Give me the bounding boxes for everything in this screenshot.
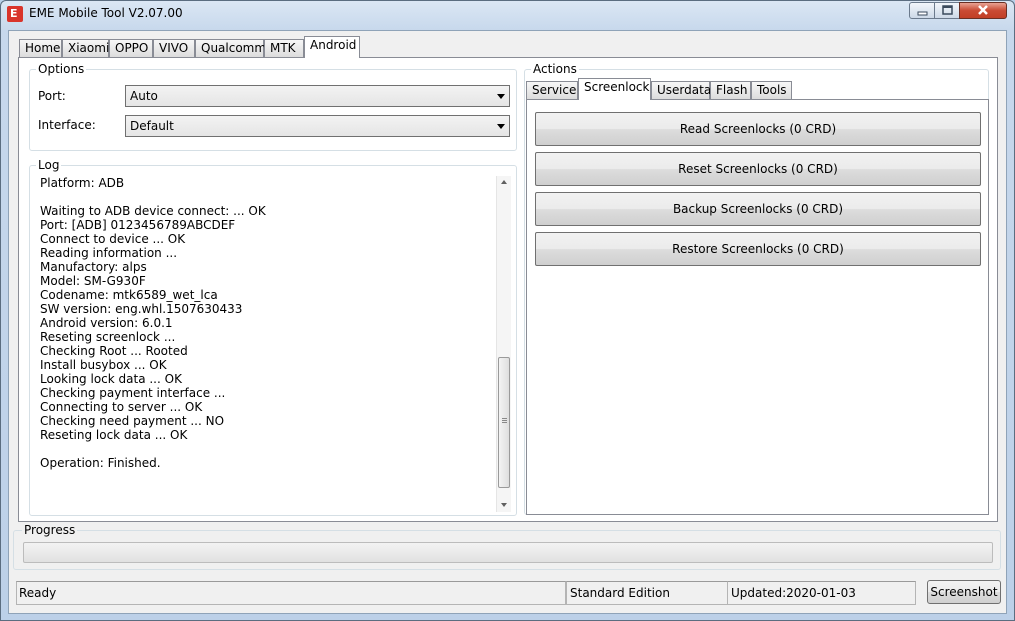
port-label: Port: [38, 89, 66, 103]
scroll-down-icon[interactable] [501, 503, 507, 507]
log-line: Operation: Finished. [40, 456, 161, 470]
tab-tools[interactable]: Tools [751, 81, 792, 100]
main-tab-container: Home Xiaomi OPPO VIVO Qualcomm MTK Andro… [8, 30, 1007, 614]
log-line: Connect to device ... OK [40, 232, 186, 246]
android-tab-panel: Options Port: Auto Interface: Default Lo… [18, 57, 998, 522]
log-line: Manufactory: alps [40, 260, 147, 274]
progress-bar [23, 542, 993, 563]
log-line: Android version: 6.0.1 [40, 316, 173, 330]
maximize-button[interactable] [934, 2, 960, 19]
tab-vivo[interactable]: VIVO [153, 39, 195, 58]
scroll-up-icon[interactable] [501, 180, 507, 184]
log-line: Checking payment interface ... [40, 386, 226, 400]
actions-group-title: Actions [531, 62, 579, 76]
tab-mtk[interactable]: MTK [264, 39, 304, 58]
restore-screenlocks-button[interactable]: Restore Screenlocks (0 CRD) [535, 232, 981, 266]
tab-home[interactable]: Home [19, 39, 62, 58]
title-bar[interactable]: E EME Mobile Tool V2.07.00 [1, 1, 1014, 27]
read-screenlocks-button[interactable]: Read Screenlocks (0 CRD) [535, 112, 981, 146]
tab-xiaomi[interactable]: Xiaomi [62, 39, 109, 58]
screenshot-button[interactable]: Screenshot [927, 580, 1001, 604]
tab-userdata[interactable]: Userdata [651, 81, 711, 100]
log-line: Port: [ADB] 0123456789ABCDEF [40, 218, 236, 232]
log-line: Platform: ADB [40, 176, 125, 190]
tab-flash[interactable]: Flash [710, 81, 751, 100]
interface-select-value: Default [130, 119, 174, 133]
log-line: Looking lock data ... OK [40, 372, 182, 386]
maximize-icon [942, 5, 953, 15]
tab-qualcomm[interactable]: Qualcomm [195, 39, 266, 58]
log-scrollbar[interactable] [496, 176, 511, 512]
backup-screenlocks-button[interactable]: Backup Screenlocks (0 CRD) [535, 192, 981, 226]
options-group: Options Port: Auto Interface: Default [29, 62, 517, 151]
log-line: Reading information ... [40, 246, 178, 260]
close-button[interactable] [959, 2, 1007, 19]
screenlock-tab-panel: Read Screenlocks (0 CRD) Reset Screenloc… [526, 99, 989, 515]
window-title: EME Mobile Tool V2.07.00 [29, 6, 183, 20]
log-line: Checking need payment ... NO [40, 414, 225, 428]
options-group-title: Options [36, 62, 87, 76]
log-line: Checking Root ... Rooted [40, 344, 188, 358]
dropdown-arrow-icon [497, 124, 505, 129]
status-updated: Updated:2020-01-03 [727, 581, 916, 605]
log-group-title: Log [36, 158, 62, 172]
log-line: Reseting lock data ... OK [40, 428, 188, 442]
port-select-value: Auto [130, 89, 158, 103]
log-group: Log Platform: ADB Waiting to ADB device c… [29, 158, 517, 516]
reset-screenlocks-button[interactable]: Reset Screenlocks (0 CRD) [535, 152, 981, 186]
log-line: Waiting to ADB device connect: ... OK [40, 204, 266, 218]
interface-select[interactable]: Default [125, 115, 510, 137]
log-line: Model: SM-G930F [40, 274, 146, 288]
log-line: Connecting to server ... OK [40, 400, 203, 414]
progress-group-title: Progress [22, 523, 78, 537]
minimize-icon [917, 11, 928, 16]
log-text-area[interactable]: Platform: ADB Waiting to ADB device conne… [31, 176, 497, 512]
app-logo-letter: E [10, 7, 18, 20]
log-line: Codename: mtk6589_wet_lca [40, 288, 218, 302]
interface-label: Interface: [38, 118, 96, 132]
log-line: Reseting screenlock ... [40, 330, 176, 344]
tab-service[interactable]: Service [526, 81, 578, 100]
status-ready: Ready [16, 581, 566, 605]
log-line: SW version: eng.whl.1507630433 [40, 302, 243, 316]
minimize-button[interactable] [909, 2, 935, 19]
app-logo-icon: E [7, 6, 23, 22]
status-edition: Standard Edition [566, 581, 729, 605]
log-line: Install busybox ... OK [40, 358, 167, 372]
port-select[interactable]: Auto [125, 85, 510, 107]
log-lines: Platform: ADB Waiting to ADB device conne… [31, 176, 497, 470]
dropdown-arrow-icon [497, 94, 505, 99]
scrollbar-thumb[interactable] [498, 357, 510, 488]
tab-screenlock[interactable]: Screenlock [578, 78, 651, 100]
close-icon [978, 5, 988, 15]
tab-oppo[interactable]: OPPO [109, 39, 153, 58]
tab-android[interactable]: Android [304, 36, 360, 58]
